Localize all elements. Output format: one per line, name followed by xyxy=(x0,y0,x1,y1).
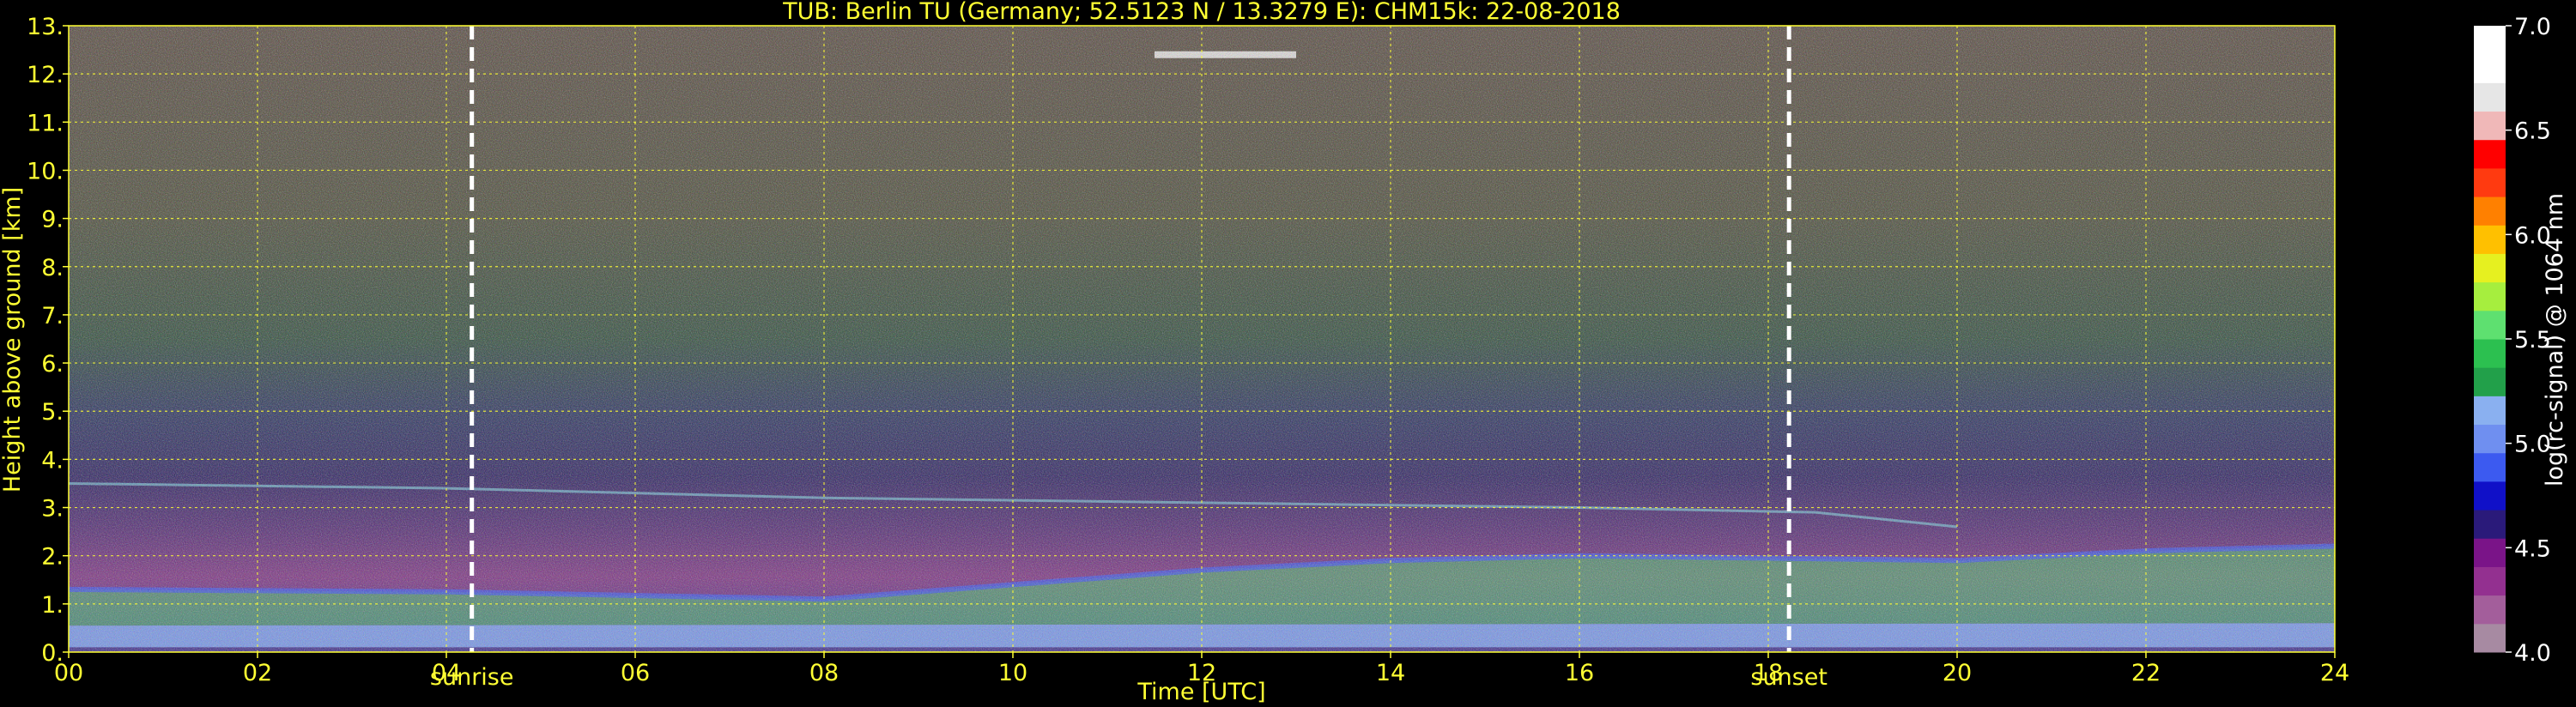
y-axis-label: Height above ground [km] xyxy=(0,187,26,492)
x-axis-label: Time [UTC] xyxy=(1136,679,1265,705)
colorbar-tick-label: 4.5 xyxy=(2514,535,2551,562)
colorbar-segment xyxy=(2474,538,2506,567)
chart-title: TUB: Berlin TU (Germany; 52.5123 N / 13.… xyxy=(782,0,1621,25)
colorbar-segment xyxy=(2474,196,2506,226)
figure: TUB: Berlin TU (Germany; 52.5123 N / 13.… xyxy=(0,0,2568,705)
y-tick-label: 9. xyxy=(41,207,64,233)
colorbar-label: log(rc-signal) @ 1064 nm xyxy=(2542,193,2568,486)
colorbar-segment xyxy=(2474,26,2506,55)
x-tick-label: 10 xyxy=(998,660,1027,686)
y-tick-label: 5. xyxy=(41,399,64,426)
colorbar-segment xyxy=(2474,566,2506,596)
y-tick-label: 12. xyxy=(27,62,64,88)
colorbar-tick-label: 6.5 xyxy=(2514,118,2551,145)
x-tick-label: 04 xyxy=(432,660,461,686)
colorbar-segment xyxy=(2474,253,2506,283)
y-tick-label: 6. xyxy=(41,351,64,378)
y-tick-label: 4. xyxy=(41,447,64,474)
colorbar: 4.04.55.05.56.06.57.0 xyxy=(2474,14,2551,667)
y-tick-label: 13. xyxy=(27,14,64,40)
colorbar-segment xyxy=(2474,167,2506,197)
colorbar-segment xyxy=(2474,367,2506,396)
y-tick-label: 7. xyxy=(41,303,64,329)
colorbar-segment xyxy=(2474,82,2506,112)
colorbar-segment xyxy=(2474,396,2506,426)
colorbar-segment xyxy=(2474,424,2506,454)
x-tick-label: 14 xyxy=(1376,660,1405,686)
y-tick-label: 10. xyxy=(27,158,64,184)
colorbar-segment xyxy=(2474,139,2506,169)
x-tick-label: 16 xyxy=(1565,660,1594,686)
colorbar-segment xyxy=(2474,595,2506,625)
colorbar-segment xyxy=(2474,623,2506,653)
x-tick-label: 08 xyxy=(809,660,839,686)
colorbar-segment xyxy=(2474,480,2506,511)
colorbar-segment xyxy=(2474,339,2506,368)
y-tick-label: 0. xyxy=(41,640,64,667)
colorbar-segment xyxy=(2474,54,2506,83)
colorbar-segment xyxy=(2474,452,2506,482)
y-tick-label: 8. xyxy=(41,255,64,281)
x-tick-label: 24 xyxy=(2320,660,2349,686)
colorbar-segment xyxy=(2474,510,2506,539)
x-tick-label: 22 xyxy=(2131,660,2161,686)
plot-area: sunrise sunset xyxy=(68,25,2336,691)
colorbar-segment xyxy=(2474,111,2506,141)
colorbar-segment xyxy=(2474,310,2506,340)
colorbar-tick-label: 4.0 xyxy=(2514,640,2551,667)
colorbar-segment xyxy=(2474,225,2506,254)
y-tick-label: 11. xyxy=(27,110,64,136)
x-tick-label: 06 xyxy=(621,660,650,686)
y-tick-label: 3. xyxy=(41,496,64,523)
colorbar-segment xyxy=(2474,281,2506,311)
colorbar-tick-label: 7.0 xyxy=(2514,14,2551,40)
x-tick-label: 02 xyxy=(243,660,272,686)
x-tick-label: 20 xyxy=(1943,660,1972,686)
y-tick-label: 1. xyxy=(41,592,64,619)
y-tick-label: 2. xyxy=(41,544,64,571)
x-tick-label: 18 xyxy=(1754,660,1783,686)
y-axis: 0. 1. 2. 3. 4. 5. 6. 7. 8. 9. 10. 11. 12. 13. xyxy=(27,14,69,667)
